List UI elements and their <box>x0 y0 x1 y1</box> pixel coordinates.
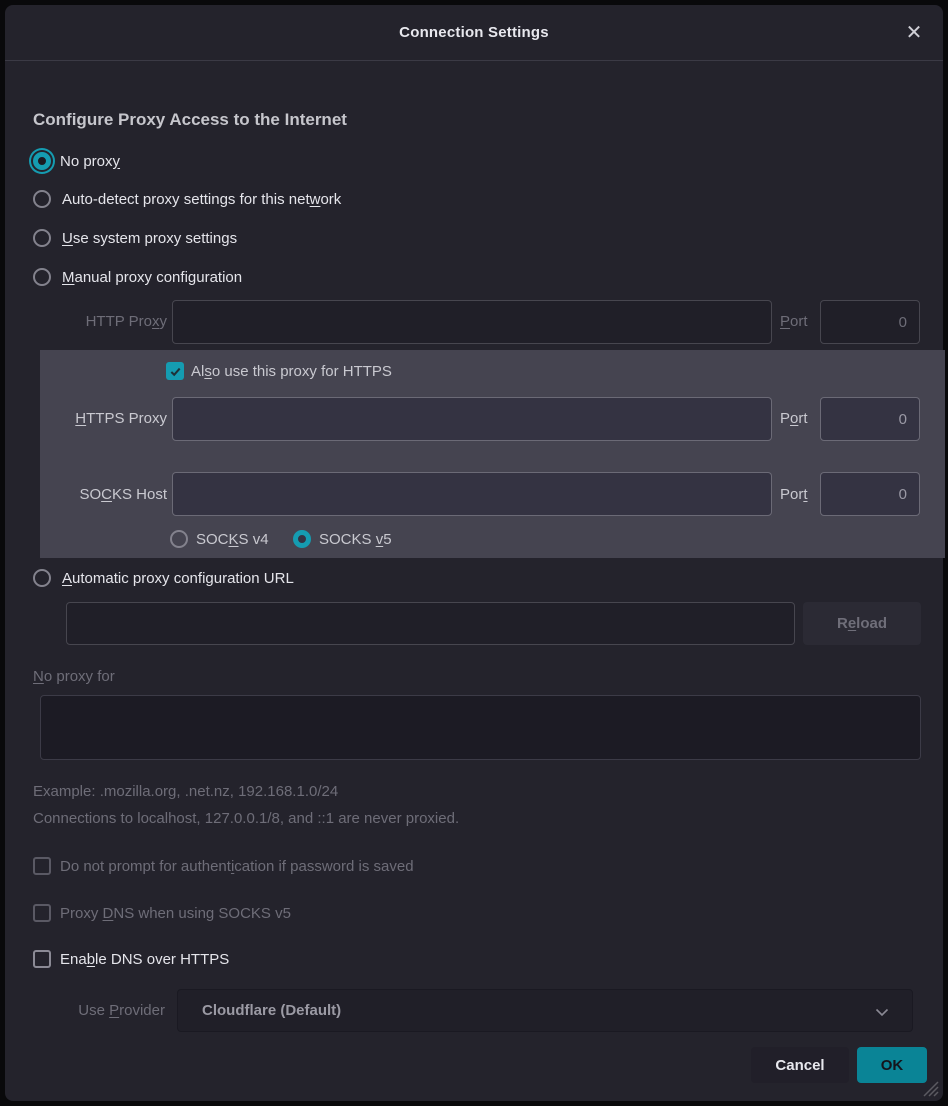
http-proxy-label: HTTP Proxy <box>5 313 167 330</box>
radio-icon-manual-proxy <box>33 268 51 286</box>
close-icon: ✕ <box>906 22 923 44</box>
checkbox-no-prompt-auth[interactable]: Do not prompt for authentication if pass… <box>33 855 414 877</box>
checkbox-label: Proxy DNS when using SOCKS v5 <box>60 905 291 922</box>
page-title: Configure Proxy Access to the Internet <box>33 110 347 130</box>
dialog-titlebar: Connection Settings ✕ <box>5 5 943 61</box>
chevron-down-icon <box>874 1004 890 1020</box>
checkbox-unchecked-icon <box>33 904 51 922</box>
checkbox-label: Also use this proxy for HTTPS <box>191 363 392 380</box>
radio-icon-auto-detect <box>33 190 51 208</box>
socks-host-input[interactable] <box>172 472 772 516</box>
checkbox-unchecked-icon <box>33 857 51 875</box>
resize-grip[interactable] <box>917 1075 939 1097</box>
radio-icon-no-proxy <box>33 152 51 170</box>
http-proxy-input[interactable] <box>172 300 772 344</box>
https-proxy-input[interactable] <box>172 397 772 441</box>
radio-system-proxy[interactable]: Use system proxy settings <box>33 225 237 251</box>
radio-label: No proxy <box>60 153 120 170</box>
radio-manual-proxy[interactable]: Manual proxy configuration <box>33 264 242 290</box>
no-proxy-for-label: No proxy for <box>33 668 115 685</box>
doh-provider-dropdown[interactable]: Cloudflare (Default) <box>177 989 913 1032</box>
localhost-note-text: Connections to localhost, 127.0.0.1/8, a… <box>33 810 459 827</box>
use-provider-label: Use Provider <box>5 1002 165 1019</box>
http-port-label: Port <box>780 313 814 330</box>
checkbox-also-use-https[interactable]: Also use this proxy for HTTPS <box>166 360 392 382</box>
checkbox-unchecked-icon <box>33 950 51 968</box>
example-text: Example: .mozilla.org, .net.nz, 192.168.… <box>33 783 338 800</box>
radio-icon-system-proxy <box>33 229 51 247</box>
cancel-button[interactable]: Cancel <box>751 1047 849 1083</box>
https-port-label: Port <box>780 410 814 427</box>
socks-host-label: SOCKS Host <box>5 486 167 503</box>
auto-url-input[interactable] <box>66 602 795 645</box>
radio-label: Manual proxy configuration <box>62 269 242 286</box>
connection-settings-dialog: Connection Settings ✕ Configure Proxy Ac… <box>5 5 943 1101</box>
radio-label: SOCKS v5 <box>319 531 392 548</box>
radio-auto-detect[interactable]: Auto-detect proxy settings for this netw… <box>33 186 341 212</box>
reload-button[interactable]: Reload <box>803 602 921 645</box>
radio-icon-socks-v4 <box>170 530 188 548</box>
radio-auto-url[interactable]: Automatic proxy configuration URL <box>33 565 294 591</box>
radio-label: SOCKS v4 <box>196 531 269 548</box>
https-proxy-label: HTTPS Proxy <box>5 410 167 427</box>
radio-label: Automatic proxy configuration URL <box>62 570 294 587</box>
screen: Connection Settings ✕ Configure Proxy Ac… <box>0 0 948 1106</box>
socks-port-input[interactable] <box>820 472 920 516</box>
dialog-title: Connection Settings <box>399 24 549 41</box>
socks-port-label: Port <box>780 486 814 503</box>
checkmark-icon <box>169 365 182 378</box>
radio-icon-auto-url <box>33 569 51 587</box>
doh-provider-value: Cloudflare (Default) <box>202 1002 341 1019</box>
http-port-input[interactable] <box>820 300 920 344</box>
checkbox-enable-doh[interactable]: Enable DNS over HTTPS <box>33 948 229 970</box>
radio-socks-v4[interactable]: SOCKS v4 <box>170 527 269 551</box>
radio-label: Use system proxy settings <box>62 230 237 247</box>
checkbox-checked-icon <box>166 362 184 380</box>
close-button[interactable]: ✕ <box>899 18 929 48</box>
no-proxy-for-textarea[interactable] <box>40 695 921 760</box>
radio-label: Auto-detect proxy settings for this netw… <box>62 191 341 208</box>
radio-socks-v5[interactable]: SOCKS v5 <box>293 527 392 551</box>
https-port-input[interactable] <box>820 397 920 441</box>
radio-no-proxy[interactable]: No proxy <box>28 147 120 175</box>
checkbox-label: Do not prompt for authentication if pass… <box>60 858 414 875</box>
checkbox-label: Enable DNS over HTTPS <box>60 951 229 968</box>
checkbox-proxy-dns-socks5[interactable]: Proxy DNS when using SOCKS v5 <box>33 902 291 924</box>
radio-icon-socks-v5 <box>293 530 311 548</box>
